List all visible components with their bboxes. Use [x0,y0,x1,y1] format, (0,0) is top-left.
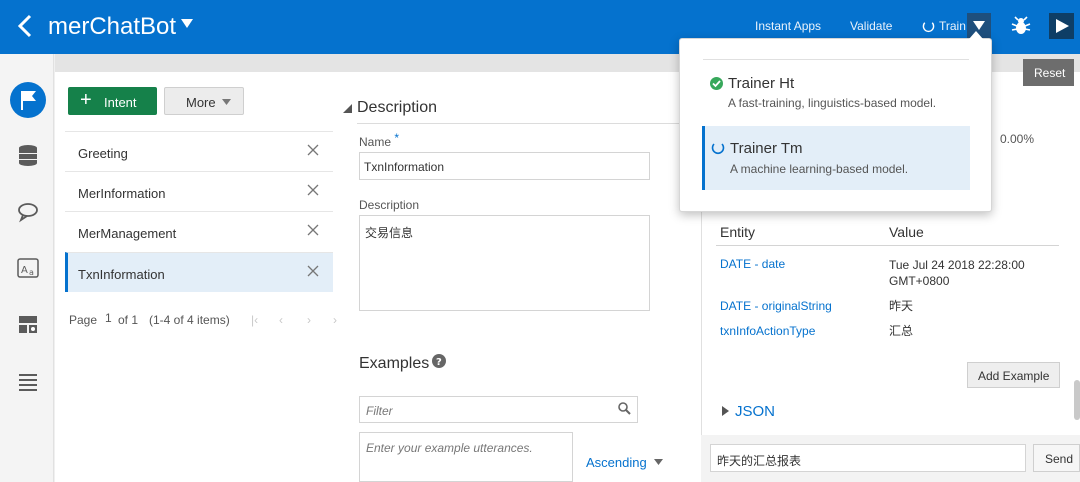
entity-name[interactable]: DATE - originalString [720,299,832,313]
entity-name[interactable]: txnInfoActionType [720,324,815,338]
entity-name[interactable]: DATE - date [720,257,785,271]
bot-title[interactable]: merChatBot [48,13,176,41]
svg-text:?: ? [436,357,442,368]
bot-switcher-caret-icon[interactable] [181,19,193,29]
last-page-icon[interactable]: › [333,313,337,327]
send-button[interactable]: Send [1033,444,1080,472]
expand-triangle-icon[interactable] [722,406,729,416]
intent-name: MerManagement [78,226,177,241]
close-icon[interactable] [307,184,319,196]
chevron-down-icon[interactable] [654,459,663,465]
intent-name-field[interactable]: TxnInformation [359,152,650,180]
first-page-icon[interactable]: |‹ [251,313,258,327]
item-count: (1-4 of 4 items) [149,313,230,327]
intent-name: MerInformation [78,186,166,201]
plus-icon: + [80,89,92,111]
intent-row[interactable]: Greeting [65,131,333,171]
trainer-ht-description: A fast-training, linguistics-based model… [728,96,937,110]
trainer-tm-description: A machine learning-based model. [730,162,909,176]
flows-chat-icon[interactable] [9,193,47,231]
examples-filter-input[interactable]: Filter [359,396,638,423]
close-icon[interactable] [307,144,319,156]
train-link[interactable]: Train [939,19,966,33]
test-bot-button[interactable] [1049,13,1074,39]
confidence-percent: 0.00% [1000,132,1035,146]
close-icon[interactable] [307,224,319,236]
table-header-divider [716,245,1059,246]
description-heading: Description [357,99,438,116]
intent-row[interactable]: MerManagement [65,211,333,251]
reset-label: Reset [1034,66,1066,80]
entity-value: 昨天 [889,299,914,313]
chevron-down-icon [973,21,985,30]
page-label: Page [69,313,98,327]
page-total: of 1 [118,313,139,327]
settings-icon[interactable] [9,306,47,344]
add-example-label: Add Example [978,369,1050,383]
intent-name: TxnInformation [78,267,165,282]
send-label: Send [1045,452,1074,466]
reset-button[interactable]: Reset [1023,59,1074,86]
trainer-ht-option[interactable]: Trainer Ht [728,75,794,92]
add-intent-label: Intent [104,95,137,110]
divider [357,123,687,124]
play-icon [1056,19,1069,33]
add-example-button[interactable]: Add Example [967,362,1060,388]
utterance-input[interactable]: Enter your example utterances. [359,432,573,482]
check-circle-icon [710,77,723,90]
prev-page-icon[interactable]: ‹ [279,313,283,327]
validate-link[interactable]: Validate [850,19,892,33]
left-nav: A a [0,54,54,482]
scrollbar[interactable] [1074,380,1080,420]
close-icon[interactable] [307,265,319,277]
chevron-down-icon [222,99,231,105]
train-spinner-icon [922,22,935,33]
next-page-icon[interactable]: › [307,313,311,327]
chat-message-input[interactable]: 昨天的汇总报表 [710,444,1026,472]
bug-icon[interactable] [1010,14,1032,38]
svg-text:a: a [29,268,34,277]
description-label: Description [359,198,420,212]
divider [703,59,969,60]
page-number-input[interactable]: 1 [105,311,112,325]
resource-bundles-icon[interactable]: A a [9,249,47,287]
popup-pointer [969,31,983,39]
trainer-tm-option-row[interactable] [702,126,970,190]
entity-value: 汇总 [889,324,914,338]
examples-heading: Examples [359,355,430,372]
entity-value: Tue Jul 24 2018 22:28:00 [889,258,1025,272]
spinner-icon [711,143,725,155]
search-icon[interactable] [618,402,631,415]
help-icon[interactable]: ? [432,354,446,368]
collapse-triangle-icon[interactable] [343,104,352,113]
more-button[interactable]: More [164,87,244,115]
back-chevron-icon[interactable] [14,12,36,40]
intents-flag-icon[interactable] [9,81,47,119]
entities-db-icon[interactable] [9,137,47,175]
description-textarea[interactable]: 交易信息 [359,215,650,311]
instant-apps-link[interactable]: Instant Apps [755,19,821,33]
intent-row[interactable]: MerInformation [65,171,333,211]
insights-list-icon[interactable] [9,362,47,400]
entity-value-line2: GMT+0800 [889,274,950,288]
required-mark: * [394,131,400,145]
intent-name: Greeting [78,146,128,161]
name-label: Name * [359,131,400,149]
add-intent-button[interactable]: + Intent [68,87,157,115]
svg-text:A: A [21,265,28,276]
json-toggle[interactable]: JSON [735,403,775,420]
trainer-tm-option[interactable]: Trainer Tm [730,140,803,157]
intent-row-selected[interactable]: TxnInformation [65,252,333,292]
sort-select[interactable]: Ascending [586,455,647,470]
entity-column-header: Entity [720,224,756,240]
value-column-header: Value [889,224,924,240]
more-label: More [186,95,216,110]
